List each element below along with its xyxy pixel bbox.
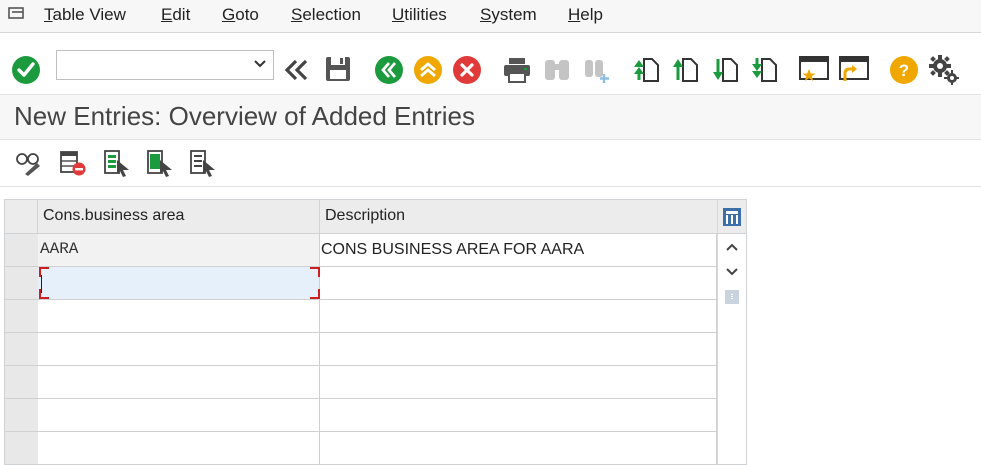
table-cell-area: AARA: [38, 234, 320, 267]
svg-text:?: ?: [899, 61, 909, 80]
row-selector[interactable]: [5, 267, 38, 300]
focus-corner: [310, 289, 320, 299]
print-icon[interactable]: [502, 56, 532, 84]
table-cell-description[interactable]: [320, 399, 717, 432]
first-page-icon[interactable]: [632, 54, 662, 84]
table-cell-area[interactable]: [38, 399, 320, 432]
previous-page-icon[interactable]: [671, 54, 701, 84]
deselect-all-icon[interactable]: [189, 149, 217, 177]
table-settings-cell: [717, 200, 746, 234]
standard-toolbar: ?: [0, 34, 981, 95]
scroll-thumb[interactable]: [725, 290, 739, 304]
vertical-scrollbar[interactable]: [717, 234, 746, 464]
table-cell-description[interactable]: [320, 432, 717, 464]
table-cell-description[interactable]: [320, 300, 717, 333]
find-icon: [545, 60, 569, 80]
select-block-icon[interactable]: [146, 149, 174, 177]
focus-corner: [310, 267, 320, 277]
row-selector[interactable]: [5, 432, 38, 464]
menu-utilities[interactable]: Utilities: [392, 5, 447, 25]
command-input[interactable]: [61, 51, 245, 79]
column-header-label: Description: [325, 207, 406, 224]
next-page-icon[interactable]: [711, 54, 741, 84]
row-selector[interactable]: [5, 333, 38, 366]
table-control: Cons.business area Description AARA CONS…: [4, 199, 747, 465]
application-toolbar: [0, 140, 981, 187]
shortcut-icon[interactable]: [838, 54, 870, 84]
menu-system[interactable]: System: [480, 5, 537, 25]
settings-gear-icon[interactable]: [928, 54, 960, 86]
table-cell-description[interactable]: CONS BUSINESS AREA FOR AARA: [320, 234, 717, 267]
column-header-label: Cons.business area: [43, 207, 185, 224]
scroll-up-icon[interactable]: [725, 241, 739, 253]
cell-text: CONS BUSINESS AREA FOR AARA: [321, 241, 585, 258]
table-cell-area[interactable]: [38, 432, 320, 464]
exit-icon[interactable]: [413, 55, 443, 85]
title-bar: New Entries: Overview of Added Entries: [0, 95, 981, 140]
find-next-icon: [585, 60, 609, 83]
delete-rows-icon[interactable]: [59, 149, 87, 177]
select-all-icon[interactable]: [103, 149, 131, 177]
new-session-icon[interactable]: [798, 54, 830, 84]
display-change-icon[interactable]: [15, 150, 43, 176]
table-cell-description[interactable]: [320, 366, 717, 399]
select-all-rows-header[interactable]: [5, 200, 38, 234]
row-selector[interactable]: [5, 366, 38, 399]
menu-help[interactable]: Help: [568, 5, 603, 25]
page-title: New Entries: Overview of Added Entries: [14, 101, 475, 131]
menu-bar: Table View Edit Goto Selection Utilities…: [0, 0, 981, 33]
collapse-left-icon[interactable]: [284, 58, 310, 82]
table-cell-area[interactable]: [38, 300, 320, 333]
row-selector[interactable]: [5, 234, 38, 267]
column-header-cons-business-area[interactable]: Cons.business area: [38, 200, 320, 234]
menu-edit[interactable]: Edit: [161, 5, 190, 25]
menu-table-view[interactable]: Table View: [44, 5, 126, 25]
row-selector[interactable]: [5, 300, 38, 333]
help-icon[interactable]: ?: [889, 55, 919, 85]
cancel-icon[interactable]: [452, 55, 482, 85]
menu-goto[interactable]: Goto: [222, 5, 259, 25]
table-settings-icon[interactable]: [722, 207, 742, 227]
back-icon[interactable]: [374, 55, 404, 85]
table-cell-area[interactable]: [38, 333, 320, 366]
enter-check-icon[interactable]: [11, 55, 41, 85]
cell-text: AARA: [40, 240, 79, 258]
menu-icon[interactable]: [8, 7, 26, 21]
command-field[interactable]: [56, 50, 274, 80]
row-selector[interactable]: [5, 399, 38, 432]
table-cell-area[interactable]: [38, 366, 320, 399]
last-page-icon[interactable]: [750, 54, 780, 84]
save-icon[interactable]: [324, 55, 352, 83]
chevron-down-icon[interactable]: [253, 56, 267, 72]
table-cell-area[interactable]: [38, 267, 320, 300]
column-header-description[interactable]: Description: [320, 200, 717, 234]
menu-selection[interactable]: Selection: [291, 5, 361, 25]
scroll-down-icon[interactable]: [725, 266, 739, 278]
table-cell-description[interactable]: [320, 333, 717, 366]
table-cell-description[interactable]: [320, 267, 717, 300]
text-cursor: [41, 275, 42, 293]
